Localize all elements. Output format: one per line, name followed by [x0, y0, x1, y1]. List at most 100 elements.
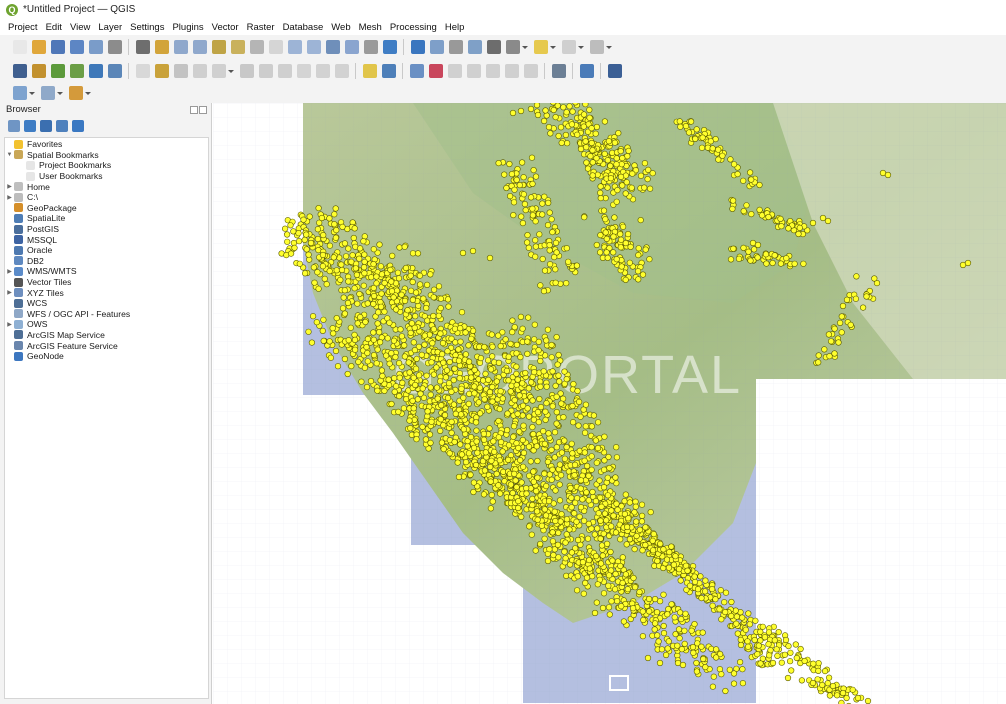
menu-vector[interactable]: Vector — [208, 22, 243, 33]
temporal-controller-icon[interactable] — [363, 40, 378, 54]
show-bookmarks-icon[interactable] — [344, 40, 359, 54]
chevron-down-icon[interactable] — [85, 86, 91, 100]
layer-labeling-icon[interactable] — [381, 64, 396, 78]
refresh-icon[interactable] — [24, 120, 36, 132]
zoom-full-icon[interactable] — [211, 40, 226, 54]
virtual-layer-icon[interactable] — [68, 86, 83, 100]
chevron-down-icon[interactable] — [228, 64, 234, 78]
map-svg[interactable]: GEOPORTAL — [213, 103, 1006, 704]
close-panel-icon[interactable] — [199, 105, 207, 114]
paste-features-icon[interactable] — [296, 64, 311, 78]
browser-item[interactable]: ArcGIS Feature Service — [5, 340, 208, 351]
plugins-icon[interactable] — [551, 64, 566, 78]
browser-item[interactable]: ArcGIS Map Service — [5, 330, 208, 341]
map-tips-icon[interactable] — [561, 40, 576, 54]
open-project-icon[interactable] — [31, 40, 46, 54]
zoom-native-icon[interactable] — [268, 40, 283, 54]
browser-item[interactable]: Vector Tiles — [5, 277, 208, 288]
collapse-arrow-icon[interactable]: ▼ — [5, 152, 14, 158]
browser-item[interactable]: ▶ OWS — [5, 319, 208, 330]
chevron-down-icon[interactable] — [550, 40, 556, 54]
browser-item[interactable]: User Bookmarks — [5, 171, 208, 182]
new-shapefile-icon[interactable] — [107, 64, 122, 78]
vertex-tool-icon[interactable] — [211, 64, 226, 78]
refresh-icon[interactable] — [382, 40, 397, 54]
zoom-out-icon[interactable] — [192, 40, 207, 54]
redo-icon[interactable] — [334, 64, 349, 78]
show-hide-labels-icon[interactable] — [504, 64, 519, 78]
pan-icon[interactable] — [135, 40, 150, 54]
save-as-icon[interactable] — [69, 40, 84, 54]
delete-selected-icon[interactable] — [239, 64, 254, 78]
browser-item[interactable]: WFS / OGC API - Features — [5, 309, 208, 320]
menu-view[interactable]: View — [66, 22, 94, 33]
browser-item[interactable]: ▶ WMS/WMTS — [5, 266, 208, 277]
menu-project[interactable]: Project — [4, 22, 42, 33]
add-raster-icon[interactable] — [69, 64, 84, 78]
identify-icon[interactable] — [410, 40, 425, 54]
pin-labels-icon[interactable] — [409, 64, 424, 78]
text-annotation-icon[interactable] — [589, 40, 604, 54]
add-feature-icon[interactable] — [192, 64, 207, 78]
label-toolbar-icon[interactable] — [362, 64, 377, 78]
add-delimited-icon[interactable] — [88, 64, 103, 78]
pan-to-selection-icon[interactable] — [154, 40, 169, 54]
save-edits-icon[interactable] — [173, 64, 188, 78]
undo-icon[interactable] — [315, 64, 330, 78]
browser-item[interactable]: SpatiaLite — [5, 213, 208, 224]
menu-plugins[interactable]: Plugins — [168, 22, 207, 33]
new-project-icon[interactable] — [12, 40, 27, 54]
browser-item[interactable]: MSSQL — [5, 234, 208, 245]
browser-item[interactable]: DB2 — [5, 256, 208, 267]
collapse-all-icon[interactable] — [56, 120, 68, 132]
chevron-down-icon[interactable] — [606, 40, 612, 54]
zoom-in-icon[interactable] — [173, 40, 188, 54]
change-label-icon[interactable] — [485, 64, 500, 78]
toggle-editing-icon[interactable] — [135, 64, 150, 78]
data-source-manager-icon[interactable] — [12, 86, 27, 100]
python-console-icon[interactable] — [579, 64, 594, 78]
browser-item[interactable]: ▶ XYZ Tiles — [5, 287, 208, 298]
browser-item[interactable]: WCS — [5, 298, 208, 309]
rotate-label-icon[interactable] — [466, 64, 481, 78]
menu-help[interactable]: Help — [441, 22, 469, 33]
highlight-labels-icon[interactable] — [428, 64, 443, 78]
expand-arrow-icon[interactable]: ▶ — [5, 268, 14, 275]
add-selected-layers-icon[interactable] — [8, 120, 20, 132]
menu-processing[interactable]: Processing — [386, 22, 441, 33]
chevron-down-icon[interactable] — [578, 40, 584, 54]
sum-icon[interactable] — [486, 40, 501, 54]
menu-web[interactable]: Web — [327, 22, 354, 33]
move-label-icon[interactable] — [447, 64, 462, 78]
new-bookmark-icon[interactable] — [325, 40, 340, 54]
copy-features-icon[interactable] — [277, 64, 292, 78]
menu-mesh[interactable]: Mesh — [355, 22, 386, 33]
style-manager-icon[interactable] — [107, 40, 122, 54]
zoom-layer-icon[interactable] — [249, 40, 264, 54]
add-vector-icon[interactable] — [50, 64, 65, 78]
browser-tree[interactable]: Favorites ▼ Spatial Bookmarks Project Bookm… — [4, 137, 209, 699]
browser-item[interactable]: GeoPackage — [5, 203, 208, 214]
menu-database[interactable]: Database — [279, 22, 328, 33]
annotation-icon[interactable] — [533, 40, 548, 54]
browser-item[interactable]: Oracle — [5, 245, 208, 256]
chevron-down-icon[interactable] — [522, 40, 528, 54]
zoom-last-icon[interactable] — [287, 40, 302, 54]
browser-item[interactable]: ▶ C:\ — [5, 192, 208, 203]
processing-toolbox-icon[interactable] — [607, 64, 622, 78]
chevron-down-icon[interactable] — [57, 86, 63, 100]
properties-icon[interactable] — [72, 120, 84, 132]
map-canvas[interactable]: GEOPORTAL — [213, 103, 1006, 704]
browser-item[interactable]: PostGIS — [5, 224, 208, 235]
expand-arrow-icon[interactable]: ▶ — [5, 321, 14, 328]
zoom-selection-icon[interactable] — [230, 40, 245, 54]
zoom-next-icon[interactable] — [306, 40, 321, 54]
menu-edit[interactable]: Edit — [42, 22, 66, 33]
menu-layer[interactable]: Layer — [94, 22, 126, 33]
attribute-table-icon[interactable] — [429, 40, 444, 54]
edit-pencil-icon[interactable] — [154, 64, 169, 78]
add-layer-icon[interactable] — [31, 64, 46, 78]
print-layout-icon[interactable] — [88, 40, 103, 54]
browser-item[interactable]: GeoNode — [5, 351, 208, 362]
expand-arrow-icon[interactable]: ▶ — [5, 194, 14, 201]
